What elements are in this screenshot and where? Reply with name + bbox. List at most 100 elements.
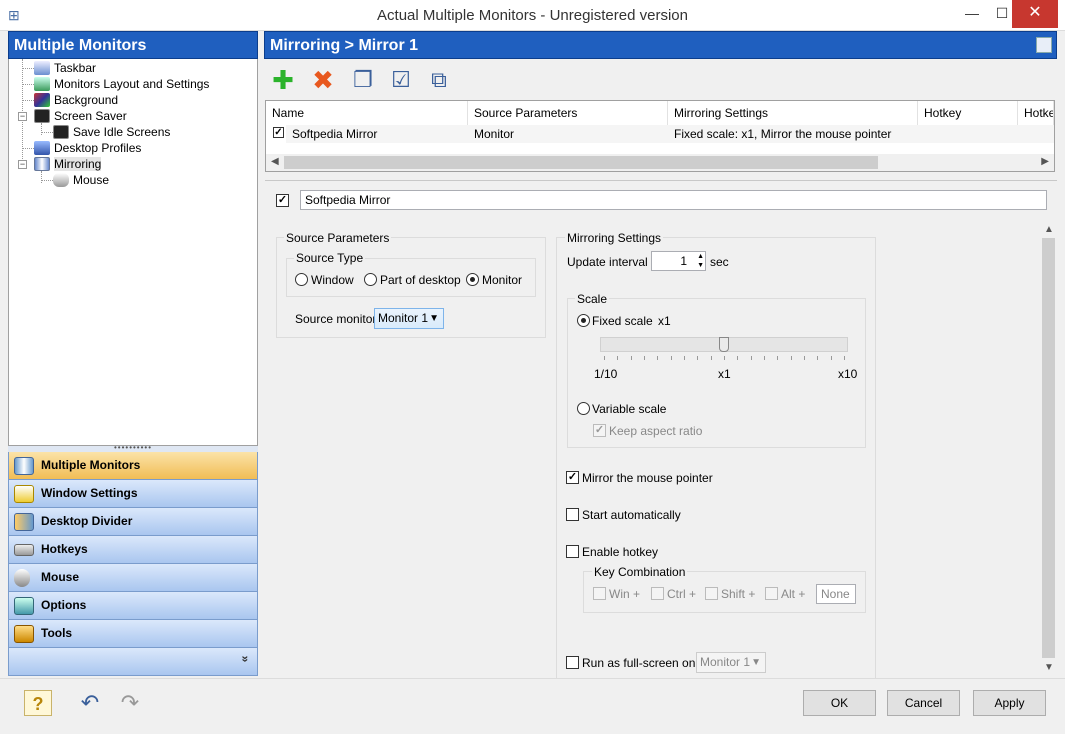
add-icon[interactable]: ✚	[268, 65, 298, 95]
update-interval-spinner[interactable]: 1 ▲ ▼	[651, 251, 706, 271]
monitors-layout-icon	[34, 77, 50, 91]
row-checkbox[interactable]: ✓	[273, 127, 284, 138]
left-panel-header: Multiple Monitors	[8, 31, 258, 59]
mirror-enabled-checkbox[interactable]: ✓	[276, 194, 289, 207]
scroll-left-icon[interactable]: ◀	[271, 156, 279, 167]
table-cell-hotkey	[918, 125, 1054, 143]
nav-multiple-monitors[interactable]: Multiple Monitors	[8, 452, 258, 480]
multiple-monitors-icon	[14, 457, 34, 475]
scroll-up-icon[interactable]: ▲	[1044, 224, 1054, 235]
radio-variable-scale[interactable]	[577, 402, 590, 415]
nav-mouse[interactable]: Mouse	[8, 564, 258, 592]
column-header-hotkey-2[interactable]: Hotkey	[1018, 101, 1054, 125]
start-auto-checkbox[interactable]	[566, 508, 579, 521]
fullscreen-monitor-value: Monitor 1	[700, 655, 751, 669]
vertical-scrollbar[interactable]: ▲ ▼	[1040, 222, 1057, 678]
nav-hotkeys[interactable]: Hotkeys	[8, 536, 258, 564]
keep-aspect-checkbox[interactable]: ✓	[593, 424, 606, 437]
source-monitor-select[interactable]: Monitor 1 ▼	[374, 308, 444, 329]
scale-slider-thumb[interactable]	[719, 337, 729, 352]
fullscreen-checkbox[interactable]	[566, 656, 579, 669]
slider-tick	[817, 356, 818, 360]
help-icon[interactable]: ?	[24, 690, 52, 716]
nav-label: Hotkeys	[41, 542, 88, 556]
slider-tick	[617, 356, 618, 360]
apply-button[interactable]: Apply	[973, 690, 1046, 716]
cancel-button[interactable]: Cancel	[887, 690, 960, 716]
column-header-settings[interactable]: Mirroring Settings	[668, 101, 918, 125]
source-monitor-value: Monitor 1	[378, 311, 429, 325]
spin-down-icon[interactable]: ▼	[697, 261, 704, 270]
column-header-name[interactable]: Name	[266, 101, 468, 125]
idle-screens-icon	[53, 125, 69, 139]
slider-tick	[671, 356, 672, 360]
nav-tools[interactable]: Tools	[8, 620, 258, 648]
tree-item-background[interactable]: Background	[34, 92, 118, 108]
shift-key-checkbox[interactable]	[705, 587, 718, 600]
tree-item-label: Screen Saver	[54, 109, 127, 123]
tree-item-save-idle-screens[interactable]: Save Idle Screens	[53, 124, 170, 140]
source-parameters-title: Source Parameters	[284, 231, 392, 245]
update-interval-unit: sec	[710, 255, 729, 269]
scrollbar-thumb[interactable]	[284, 156, 878, 169]
key-combination-title: Key Combination	[592, 565, 688, 579]
win-key-checkbox[interactable]	[593, 587, 606, 600]
mirror-pointer-checkbox[interactable]: ✓	[566, 471, 579, 484]
slider-tick	[804, 356, 805, 360]
hotkey-input[interactable]: None	[816, 584, 856, 604]
delete-icon[interactable]: ✖	[308, 65, 338, 95]
tree-item-mirroring[interactable]: Mirroring	[34, 156, 102, 172]
undo-icon[interactable]: ↶	[76, 690, 104, 716]
nav-window-settings[interactable]: Window Settings	[8, 480, 258, 508]
column-header-hotkey[interactable]: Hotkey	[918, 101, 1018, 125]
column-header-source[interactable]: Source Parameters	[468, 101, 668, 125]
options-icon	[14, 597, 34, 615]
slider-tick	[724, 356, 725, 360]
windows-layout-icon[interactable]	[1036, 37, 1052, 53]
scroll-right-icon[interactable]: ▶	[1041, 156, 1049, 167]
ctrl-key-label: Ctrl +	[667, 587, 697, 601]
tree-item-screen-saver[interactable]: Screen Saver	[34, 108, 127, 124]
chevron-down-icon: ▼	[429, 313, 439, 324]
copy-icon[interactable]: ❐	[348, 65, 378, 95]
close-button[interactable]: ✕	[1012, 0, 1058, 28]
desktop-divider-icon	[14, 513, 34, 531]
tree-item-desktop-profiles[interactable]: Desktop Profiles	[34, 140, 141, 156]
alt-key-checkbox[interactable]	[765, 587, 778, 600]
expander-screen-saver[interactable]: −	[18, 112, 27, 121]
slider-tick	[697, 356, 698, 360]
screen-saver-icon	[34, 109, 50, 123]
redo-icon[interactable]: ↷	[116, 690, 144, 716]
fixed-scale-value: x1	[658, 314, 671, 328]
radio-part-of-desktop[interactable]	[364, 273, 377, 286]
scroll-down-icon[interactable]: ▼	[1044, 662, 1054, 673]
settings-tree[interactable]: − − Taskbar Monitors Layout and Settings…	[8, 59, 258, 446]
enable-hotkey-label: Enable hotkey	[582, 545, 659, 559]
ctrl-key-checkbox[interactable]	[651, 587, 664, 600]
table-cell-name: Softpedia Mirror	[286, 125, 468, 143]
slider-tick	[791, 356, 792, 360]
chevron-double-down-icon[interactable]: »	[239, 656, 253, 663]
nav-label: Options	[41, 598, 87, 612]
radio-monitor[interactable]	[466, 273, 479, 286]
update-interval-label: Update interval	[567, 255, 648, 269]
enable-hotkey-checkbox[interactable]	[566, 545, 579, 558]
mirroring-settings-title: Mirroring Settings	[565, 231, 664, 245]
scrollbar-thumb[interactable]	[1042, 238, 1055, 658]
expander-mirroring[interactable]: −	[18, 160, 27, 169]
ok-button[interactable]: OK	[803, 690, 876, 716]
tree-item-mouse[interactable]: Mouse	[53, 172, 109, 188]
windows-icon[interactable]: ⧉	[424, 65, 454, 95]
tree-item-monitors-layout[interactable]: Monitors Layout and Settings	[34, 76, 209, 92]
mirror-name-input[interactable]: Softpedia Mirror	[300, 190, 1047, 210]
tree-item-taskbar[interactable]: Taskbar	[34, 60, 96, 76]
nav-desktop-divider[interactable]: Desktop Divider	[8, 508, 258, 536]
nav-options[interactable]: Options	[8, 592, 258, 620]
fullscreen-monitor-select[interactable]: Monitor 1 ▼	[696, 652, 766, 673]
check-all-icon[interactable]: ☑	[386, 65, 416, 95]
page-title-text: Mirroring > Mirror 1	[270, 37, 419, 54]
spin-up-icon[interactable]: ▲	[697, 252, 704, 261]
radio-window[interactable]	[295, 273, 308, 286]
horizontal-scrollbar[interactable]: ◀ ▶	[266, 154, 1054, 171]
radio-fixed-scale[interactable]	[577, 314, 590, 327]
